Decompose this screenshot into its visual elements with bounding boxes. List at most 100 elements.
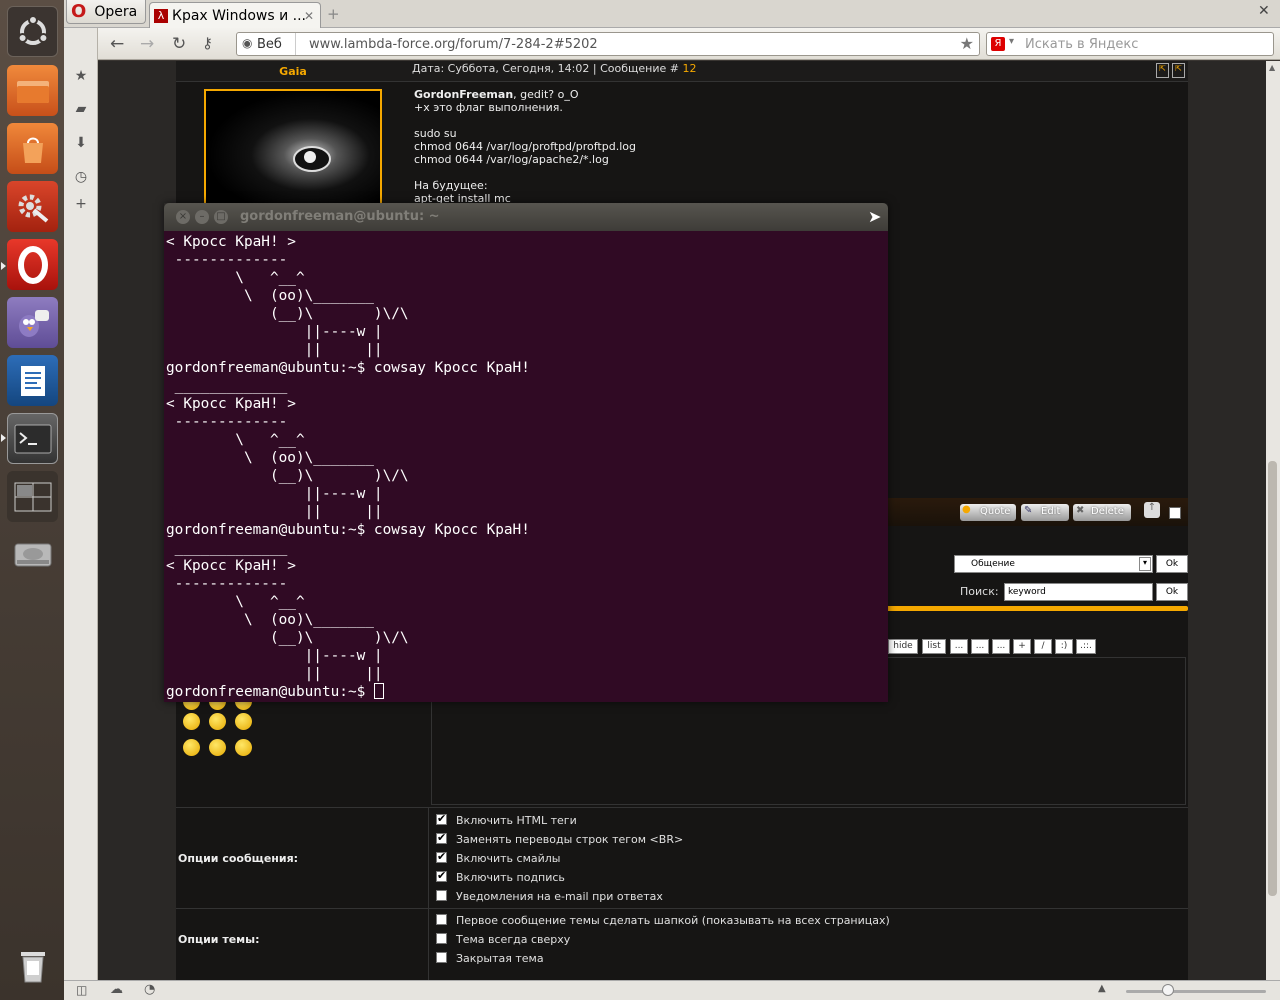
bbcode-button[interactable]: .::. — [1076, 639, 1096, 654]
notes-icon[interactable]: ▰ — [73, 101, 89, 117]
bbcode-button[interactable]: ... — [971, 639, 989, 654]
reload-icon[interactable]: ↻ — [172, 34, 186, 54]
quote-button[interactable]: ● Quote — [960, 504, 1016, 521]
terminal-line: < Кросс КраН! > — [166, 558, 296, 574]
bbcode-hide-button[interactable]: hide — [888, 639, 918, 654]
terminal-icon[interactable] — [7, 413, 58, 464]
checkbox[interactable] — [436, 890, 447, 901]
search-ok-button[interactable]: Ok — [1156, 583, 1188, 601]
smiley-icon[interactable] — [209, 739, 226, 756]
smiley-icon[interactable] — [183, 713, 200, 730]
terminal-window[interactable]: × – □ gordonfreeman@ubuntu: ~ ➤ < Кросс … — [164, 203, 888, 702]
disk-drive-icon[interactable] — [7, 529, 58, 580]
terminal-line: ------------- — [166, 576, 288, 592]
add-panel-icon[interactable]: + — [73, 196, 89, 212]
smiley-icon[interactable] — [235, 739, 252, 756]
bbcode-button[interactable]: ... — [992, 639, 1010, 654]
terminal-output[interactable]: < Кросс КраН! > ------------- \ ^__^ \ (… — [164, 231, 888, 702]
tab-close-icon[interactable]: ✕ — [304, 9, 314, 23]
edit-label: Edit — [1041, 506, 1061, 517]
terminal-titlebar[interactable]: × – □ gordonfreeman@ubuntu: ~ ➤ — [164, 203, 888, 231]
option-pin-first[interactable]: Первое сообщение темы сделать шапкой (по… — [436, 914, 890, 927]
checkbox[interactable] — [436, 952, 447, 963]
trash-icon[interactable] — [7, 940, 58, 991]
checkbox[interactable] — [436, 850, 447, 863]
zoom-slider-handle[interactable] — [1162, 984, 1174, 996]
panel-toggle-icon[interactable]: ◫ — [76, 983, 87, 997]
scrollbar-thumb[interactable] — [1268, 461, 1277, 896]
post-link-icon[interactable]: ⇱ — [1172, 63, 1185, 78]
option-closed[interactable]: Закрытая тема — [436, 952, 544, 965]
tab-title: Крах Windows и ... — [172, 7, 306, 24]
topic-options-label: Опции темы: — [178, 933, 260, 946]
history-icon[interactable]: ◷ — [73, 169, 89, 185]
option-signature[interactable]: Включить подпись — [436, 869, 565, 884]
checkbox[interactable] — [436, 933, 447, 944]
opera-menu-button[interactable]: O Opera — [66, 0, 146, 24]
software-center-icon[interactable] — [7, 123, 58, 174]
smiley-icon[interactable] — [209, 713, 226, 730]
home-folder-icon[interactable] — [7, 65, 58, 116]
new-tab-icon[interactable]: + — [327, 5, 340, 23]
checkbox[interactable] — [436, 914, 447, 925]
option-smileys[interactable]: Включить смайлы — [436, 850, 560, 865]
forum-jump-select[interactable]: Общение ▾ — [954, 555, 1153, 573]
workspace-switcher-icon[interactable] — [7, 471, 58, 522]
chevron-down-icon[interactable]: ▾ — [1009, 36, 1014, 47]
close-icon[interactable]: × — [176, 210, 190, 224]
ubuntu-logo-icon[interactable] — [7, 6, 58, 57]
delete-button[interactable]: ✖ Delete — [1073, 504, 1131, 521]
bookmark-star-icon[interactable]: ★ — [960, 34, 974, 53]
scroll-top-icon[interactable]: ↑ — [1144, 502, 1160, 518]
terminal-line: gordonfreeman@ubuntu:~$ cowsay Кросс Кра… — [166, 360, 530, 376]
jump-ok-button[interactable]: Ok — [1156, 555, 1188, 573]
minimize-icon[interactable]: – — [195, 210, 209, 224]
bbcode-button[interactable]: / — [1034, 639, 1052, 654]
smiley-icon[interactable] — [235, 713, 252, 730]
forum-search-input[interactable]: keyword — [1004, 583, 1153, 601]
tab-active[interactable]: λ Крах Windows и ... ✕ — [149, 2, 321, 28]
select-post-checkbox[interactable] — [1169, 507, 1181, 519]
window-close-icon[interactable]: ✕ — [1258, 3, 1274, 19]
checkbox[interactable] — [436, 812, 447, 825]
checkbox[interactable] — [436, 831, 447, 844]
bbcode-button[interactable]: ... — [950, 639, 968, 654]
speed-dial-icon[interactable]: ◔ — [144, 982, 155, 997]
address-field[interactable]: ◉ Веб www.lambda-force.org/forum/7-284-2… — [236, 32, 980, 56]
terminal-line: || || — [166, 342, 383, 358]
bbcode-smiley-button[interactable]: :) — [1055, 639, 1073, 654]
page-scrollbar[interactable]: ▲ — [1266, 61, 1280, 980]
smiley-icon[interactable] — [183, 739, 200, 756]
back-icon[interactable]: ← — [110, 34, 124, 54]
post-link-icon[interactable]: ⇱ — [1156, 63, 1169, 78]
checkbox[interactable] — [436, 869, 447, 882]
option-sticky[interactable]: Тема всегда сверху — [436, 933, 570, 946]
terminal-line: (__)\ )\/\ — [166, 630, 409, 646]
downloads-icon[interactable]: ⬇ — [73, 135, 89, 151]
bbcode-button[interactable]: + — [1013, 639, 1031, 654]
forward-icon[interactable]: → — [140, 34, 154, 54]
search-field[interactable]: Я ▾ Искать в Яндекс — [986, 32, 1274, 56]
scroll-up-icon[interactable]: ▲ — [1269, 63, 1275, 72]
pidgin-icon[interactable] — [7, 297, 58, 348]
cloud-icon[interactable]: ☁ — [110, 982, 123, 997]
delete-icon: ✖ — [1076, 505, 1085, 516]
opera-icon[interactable] — [7, 239, 58, 290]
system-settings-icon[interactable] — [7, 181, 58, 232]
edit-button[interactable]: ✎ Edit — [1021, 504, 1069, 521]
maximize-icon[interactable]: □ — [214, 210, 228, 224]
option-html[interactable]: Включить HTML теги — [436, 812, 577, 827]
bbcode-list-button[interactable]: list — [922, 639, 946, 654]
terminal-prompt: gordonfreeman@ubuntu:~$ — [166, 684, 374, 700]
libreoffice-writer-icon[interactable] — [7, 355, 58, 406]
key-icon[interactable]: ⚷ — [202, 34, 213, 52]
bookmarks-star-icon[interactable]: ★ — [73, 68, 89, 84]
post-number[interactable]: 12 — [682, 62, 696, 75]
option-br[interactable]: Заменять переводы строк тегом <BR> — [436, 831, 683, 846]
terminal-line: ------------- — [166, 252, 288, 268]
zoom-out-icon[interactable]: ▲ — [1098, 983, 1106, 994]
post-author[interactable]: Gaia — [176, 65, 410, 78]
post-line — [414, 166, 1184, 179]
option-email[interactable]: Уведомления на e-mail при ответах — [436, 890, 663, 903]
zoom-slider[interactable] — [1126, 990, 1266, 993]
